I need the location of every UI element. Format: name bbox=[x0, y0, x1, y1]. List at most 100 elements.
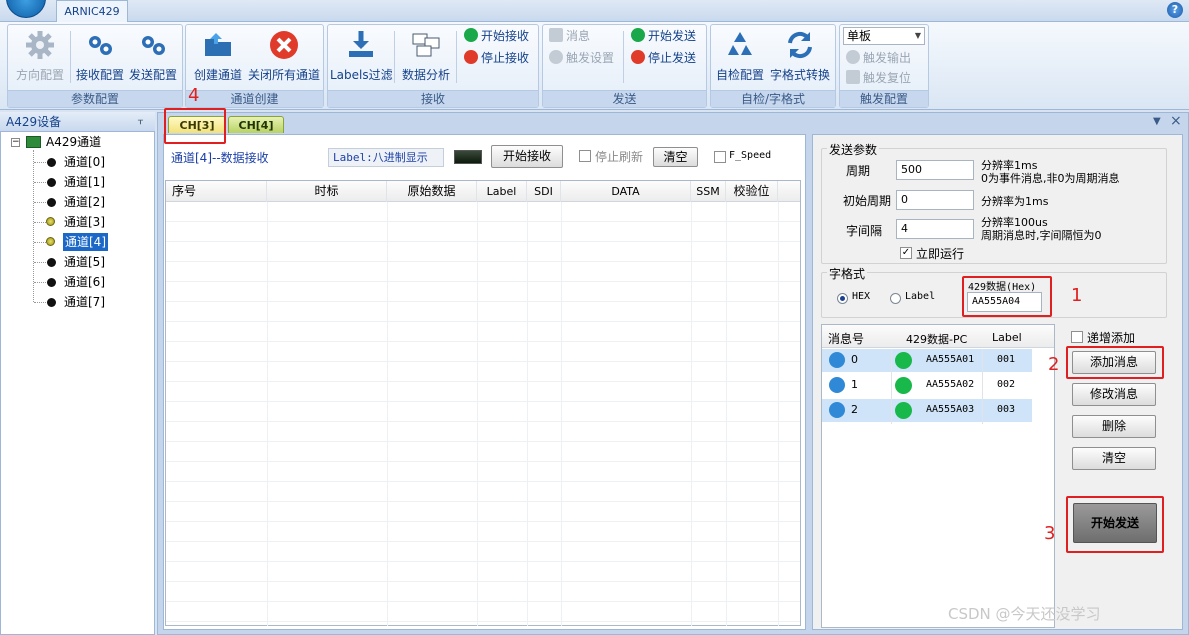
start-receive-button[interactable]: 开始接收 bbox=[491, 145, 563, 168]
message-id: 0 bbox=[851, 353, 858, 366]
gears-icon bbox=[142, 36, 165, 55]
ribbon-tab-main[interactable]: ARNIC429 bbox=[56, 0, 128, 22]
tree-item-channel-0[interactable]: 通道[0] bbox=[64, 153, 105, 171]
pencil-icon bbox=[549, 28, 563, 42]
trigger-setting-button[interactable]: 触发设置 bbox=[549, 49, 614, 67]
clear-receive-button[interactable]: 清空 bbox=[653, 147, 698, 167]
fspeed-checkbox[interactable] bbox=[714, 151, 726, 163]
tree-item-channel-5[interactable]: 通道[5] bbox=[64, 253, 105, 271]
table-row[interactable] bbox=[166, 342, 800, 362]
col-header-label[interactable]: Label bbox=[477, 181, 527, 202]
message-button[interactable]: 消息 bbox=[549, 27, 590, 45]
table-row[interactable] bbox=[166, 222, 800, 242]
tree-connector bbox=[34, 202, 46, 203]
col-header-index[interactable]: 序号 bbox=[166, 181, 267, 202]
stop-rx-button[interactable]: 停止接收 bbox=[464, 49, 529, 67]
ribbon-group-send: 消息 触发设置 开始发送 停止发送 发送 bbox=[542, 24, 707, 108]
stop-icon bbox=[631, 50, 645, 64]
table-row[interactable] bbox=[166, 282, 800, 302]
table-row[interactable] bbox=[166, 422, 800, 442]
period-note-1: 分辨率1ms bbox=[981, 159, 1038, 172]
annotation-box-2 bbox=[1066, 346, 1164, 379]
board-select-value: 单板 bbox=[847, 29, 872, 43]
table-row[interactable] bbox=[166, 382, 800, 402]
rx-config-button[interactable]: 接收配置 bbox=[74, 29, 126, 83]
trigger-reset-button[interactable]: 触发复位 bbox=[846, 69, 911, 87]
start-rx-button[interactable]: 开始接收 bbox=[464, 27, 529, 45]
tree-connector bbox=[34, 242, 46, 243]
col-header-parity[interactable]: 校验位 bbox=[726, 181, 778, 202]
tree-item-channel-4[interactable]: 通道[4] bbox=[63, 233, 108, 251]
modify-message-button[interactable]: 修改消息 bbox=[1072, 383, 1156, 406]
status-ok-icon bbox=[895, 402, 912, 419]
tree-connector bbox=[34, 302, 46, 303]
table-row[interactable] bbox=[166, 482, 800, 502]
table-row[interactable] bbox=[166, 522, 800, 542]
doc-tab-ch4[interactable]: CH[4] bbox=[228, 116, 284, 133]
col-header-ssm[interactable]: SSM bbox=[691, 181, 726, 202]
col-header-pc-data[interactable]: 429数据-PC bbox=[906, 331, 967, 347]
trigger-output-button[interactable]: 触发输出 bbox=[846, 49, 911, 67]
collapse-icon[interactable]: − bbox=[11, 138, 20, 147]
table-row[interactable] bbox=[166, 582, 800, 602]
table-row[interactable] bbox=[166, 262, 800, 282]
format-convert-button[interactable]: 字格式转换 bbox=[767, 29, 833, 83]
init-period-input[interactable]: 0 bbox=[896, 190, 974, 210]
labels-filter-button[interactable]: Labels过滤 bbox=[330, 29, 393, 83]
table-row[interactable] bbox=[166, 502, 800, 522]
table-row[interactable] bbox=[166, 302, 800, 322]
hex-radio[interactable] bbox=[837, 293, 848, 304]
col-header-sdi[interactable]: SDI bbox=[527, 181, 561, 202]
period-input[interactable]: 500 bbox=[896, 160, 974, 180]
col-header-msg-label[interactable]: Label bbox=[992, 331, 1022, 344]
delete-message-button[interactable]: 删除 bbox=[1072, 415, 1156, 438]
tree-item-channel-1[interactable]: 通道[1] bbox=[64, 173, 105, 191]
pin-icon[interactable]: ᚁ bbox=[138, 115, 143, 126]
run-now-checkbox[interactable]: ✓ bbox=[900, 247, 912, 259]
tree-item-channel-2[interactable]: 通道[2] bbox=[64, 193, 105, 211]
table-row[interactable] bbox=[166, 362, 800, 382]
table-row[interactable] bbox=[166, 562, 800, 582]
col-header-data[interactable]: DATA bbox=[561, 181, 691, 202]
selftest-config-label: 自检配置 bbox=[715, 68, 764, 82]
word-gap-input[interactable]: 4 bbox=[896, 219, 974, 239]
list-icon bbox=[829, 352, 845, 368]
col-header-msg-id[interactable]: 消息号 bbox=[828, 330, 864, 347]
tree-item-channel-6[interactable]: 通道[6] bbox=[64, 273, 105, 291]
label-radio[interactable] bbox=[890, 293, 901, 304]
table-row[interactable] bbox=[166, 602, 800, 622]
table-row[interactable] bbox=[166, 402, 800, 422]
dropdown-arrow-icon[interactable]: ▼ bbox=[1153, 116, 1161, 127]
stop-refresh-checkbox[interactable] bbox=[579, 150, 591, 162]
folder-icon bbox=[205, 33, 231, 56]
tree-item-channel-7[interactable]: 通道[7] bbox=[64, 293, 105, 311]
receive-title: 通道[4]--数据接收 bbox=[171, 151, 269, 165]
tree-item-channel-3[interactable]: 通道[3] bbox=[64, 213, 105, 231]
close-all-channels-button[interactable]: 关闭所有通道 bbox=[246, 29, 322, 83]
data-analysis-button[interactable]: 数据分析 bbox=[398, 29, 454, 83]
separator bbox=[394, 31, 395, 83]
selftest-config-button[interactable]: 自检配置 bbox=[713, 29, 767, 83]
table-row[interactable] bbox=[166, 542, 800, 562]
col-header-timestamp[interactable]: 时标 bbox=[267, 181, 387, 202]
tx-config-button[interactable]: 发送配置 bbox=[127, 29, 179, 83]
start-tx-button[interactable]: 开始发送 bbox=[631, 27, 696, 45]
table-row[interactable] bbox=[166, 442, 800, 462]
col-header-raw[interactable]: 原始数据 bbox=[387, 181, 477, 202]
table-row[interactable] bbox=[166, 322, 800, 342]
table-row[interactable] bbox=[166, 462, 800, 482]
help-icon[interactable]: ? bbox=[1167, 2, 1183, 18]
table-row[interactable] bbox=[166, 242, 800, 262]
close-icon[interactable]: × bbox=[1170, 113, 1182, 129]
message-label: 消息 bbox=[566, 29, 591, 43]
table-row[interactable] bbox=[166, 202, 800, 222]
stop-tx-button[interactable]: 停止发送 bbox=[631, 49, 696, 67]
incremental-add-checkbox[interactable] bbox=[1071, 331, 1083, 343]
direction-config-button[interactable]: 方向配置 bbox=[12, 29, 68, 83]
create-channel-button[interactable]: 创建通道 bbox=[188, 29, 248, 83]
board-select[interactable]: 单板 ▼ bbox=[843, 27, 925, 45]
tree-root[interactable]: A429通道 bbox=[46, 133, 101, 151]
clear-messages-button[interactable]: 清空 bbox=[1072, 447, 1156, 470]
group-label: 参数配置 bbox=[8, 90, 182, 107]
channel-status-icon bbox=[47, 198, 56, 207]
